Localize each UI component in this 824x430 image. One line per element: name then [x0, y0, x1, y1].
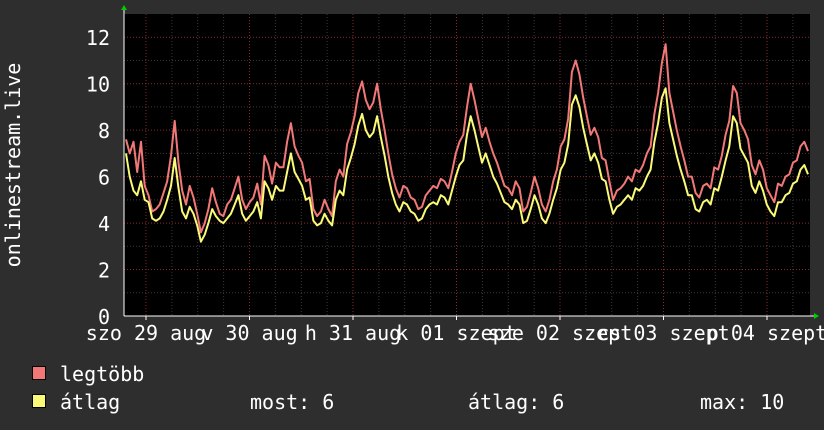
x-tick-label: p 04 szept: [707, 321, 824, 345]
stat-maximum: max: 10: [700, 390, 785, 414]
stat-average: átlag: 6: [468, 390, 565, 414]
y-tick-label: 8: [98, 119, 110, 143]
y-tick-label: 2: [98, 259, 110, 283]
legend-label-avg: átlag: [60, 390, 121, 414]
x-tick-labels: szo 29 augv 30 aug h 31 augk 01 szeptsze …: [86, 321, 824, 345]
plot-background: [124, 14, 810, 316]
legend-row-avg: átlag most: 6 átlag: 6 max: 10: [30, 391, 810, 413]
y-tick-label: 6: [98, 166, 110, 190]
legend-label-max: legtöbb: [60, 362, 145, 386]
y-tick-label: 10: [86, 73, 110, 97]
y-tick-label: 12: [86, 26, 110, 50]
y-tick-label: 4: [98, 212, 110, 236]
legend-swatch-avg: [32, 394, 46, 408]
y-axis-label: onlinestream.live: [1, 63, 25, 268]
x-tick-label: v 30 aug: [201, 321, 297, 345]
stat-current: most: 6: [250, 390, 335, 414]
legend-swatch-max: [32, 366, 46, 380]
legend-row-max: legtöbb: [30, 363, 810, 385]
x-tick-label: szo 29 aug: [86, 321, 206, 345]
x-tick-label: h 31 aug: [305, 321, 401, 345]
chart-area: 024681012 szo 29 augv 30 aug h 31 augk 01…: [0, 0, 824, 360]
